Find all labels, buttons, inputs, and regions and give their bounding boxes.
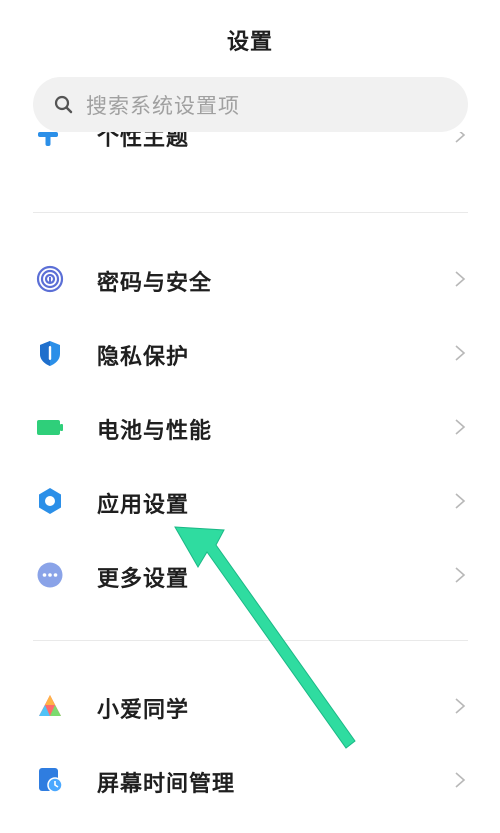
search-bar[interactable]: 搜索系统设置项	[33, 77, 468, 132]
fingerprint-icon	[36, 265, 64, 293]
settings-item-theme[interactable]: 个性主题	[0, 132, 500, 172]
theme-icon	[38, 132, 58, 146]
settings-item-label: 隐私保护	[97, 345, 190, 370]
settings-item-more-settings[interactable]: 更多设置	[0, 545, 500, 605]
settings-item-label: 小爱同学	[97, 698, 190, 723]
settings-item-label: 更多设置	[97, 567, 190, 592]
divider	[33, 212, 468, 213]
settings-item-label: 密码与安全	[97, 271, 213, 296]
divider	[33, 640, 468, 641]
settings-item-label: 应用设置	[97, 493, 190, 518]
search-icon	[54, 95, 73, 114]
settings-item-label: 屏幕时间管理	[97, 772, 236, 797]
chevron-right-icon	[455, 493, 466, 509]
chevron-right-icon	[455, 132, 466, 143]
chevron-right-icon	[455, 567, 466, 583]
chevron-right-icon	[455, 419, 466, 435]
privacy-shield-icon	[40, 341, 60, 366]
search-placeholder: 搜索系统设置项	[86, 94, 240, 118]
xiaoai-icon	[39, 695, 61, 716]
settings-item-screen-time[interactable]: 屏幕时间管理	[0, 750, 500, 810]
settings-item-password-security[interactable]: 密码与安全	[0, 249, 500, 309]
gear-icon	[39, 488, 61, 514]
chevron-right-icon	[455, 772, 466, 788]
settings-item-battery[interactable]: 电池与性能	[0, 397, 500, 457]
more-dots-icon	[37, 562, 63, 588]
settings-item-privacy[interactable]: 隐私保护	[0, 323, 500, 383]
settings-item-app-settings[interactable]: 应用设置	[0, 471, 500, 531]
chevron-right-icon	[455, 271, 466, 287]
chevron-right-icon	[455, 345, 466, 361]
settings-item-xiaoai[interactable]: 小爱同学	[0, 676, 500, 736]
hourglass-icon	[39, 768, 63, 793]
chevron-right-icon	[455, 698, 466, 714]
settings-item-label: 电池与性能	[97, 419, 213, 444]
settings-item-label: 个性主题	[97, 132, 190, 151]
page-title: 设置	[226, 30, 273, 55]
battery-icon	[37, 420, 63, 435]
